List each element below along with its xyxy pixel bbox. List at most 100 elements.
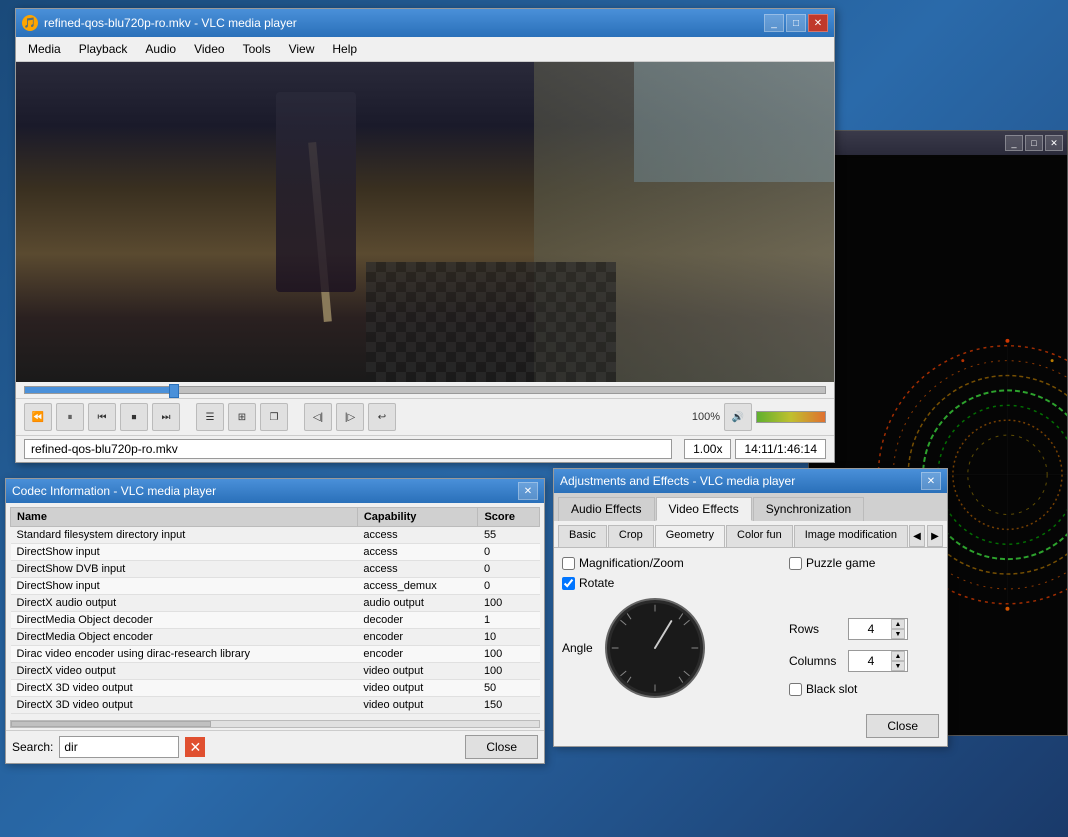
puzzle-game-label: Puzzle game xyxy=(806,556,875,570)
cell-name: Dirac video encoder using dirac-research… xyxy=(11,646,358,663)
subtab-image-modification[interactable]: Image modification xyxy=(794,525,908,547)
magnification-checkbox[interactable] xyxy=(562,557,575,570)
seek-bar[interactable] xyxy=(24,386,826,394)
playlist-button[interactable]: ☰ xyxy=(196,403,224,431)
menu-bar: Media Playback Audio Video Tools View He… xyxy=(16,37,834,62)
tab-synchronization[interactable]: Synchronization xyxy=(753,497,864,521)
window-title: refined-qos-blu720p-ro.mkv - VLC media p… xyxy=(44,16,297,30)
rotate-checkbox[interactable] xyxy=(562,577,575,590)
dial-container: Angle xyxy=(562,598,781,698)
table-row: DirectX audio outputaudio output100 xyxy=(11,595,540,612)
effects-close-btn[interactable]: ✕ xyxy=(921,472,941,490)
loop-button[interactable]: ↩ xyxy=(368,403,396,431)
effects-panel: Adjustments and Effects - VLC media play… xyxy=(553,468,948,747)
close-codec-button[interactable]: Close xyxy=(465,735,538,759)
video-area xyxy=(16,62,834,382)
stop-button[interactable]: ⏹ xyxy=(120,403,148,431)
table-row: DirectMedia Object encoderencoder10 xyxy=(11,629,540,646)
volume-area: 100% 🔊 xyxy=(692,403,826,431)
table-row: DirectX 3D video outputvideo output50 xyxy=(11,680,540,697)
codec-close-btn[interactable]: ✕ xyxy=(518,482,538,500)
tab-audio-effects[interactable]: Audio Effects xyxy=(558,497,655,521)
col-name: Name xyxy=(11,508,358,527)
search-label: Search: xyxy=(12,740,53,754)
effects-footer: Close xyxy=(554,710,947,746)
cell-score: 55 xyxy=(478,527,540,544)
columns-spinbox[interactable]: 4 ▲ ▼ xyxy=(848,650,908,672)
subtab-color-fun[interactable]: Color fun xyxy=(726,525,793,547)
rows-down-arrow[interactable]: ▼ xyxy=(891,629,905,639)
subtab-crop[interactable]: Crop xyxy=(608,525,654,547)
rewind-button[interactable]: ⏪ xyxy=(24,403,52,431)
cell-capability: access_demux xyxy=(357,578,478,595)
table-row: Standard filesystem directory inputacces… xyxy=(11,527,540,544)
effects-main-tabs: Audio Effects Video Effects Synchronizat… xyxy=(554,493,947,521)
menu-tools[interactable]: Tools xyxy=(235,39,279,59)
rows-row: Rows 4 ▲ ▼ xyxy=(789,618,939,640)
bg-close-btn[interactable]: ✕ xyxy=(1045,135,1063,151)
codec-scrollbar[interactable] xyxy=(10,720,540,728)
codec-scroll-thumb[interactable] xyxy=(11,721,211,727)
cell-name: DirectX 3D video output xyxy=(11,680,358,697)
cell-score: 1 xyxy=(478,612,540,629)
frame-next-button[interactable]: |▷ xyxy=(336,403,364,431)
rows-spinbox[interactable]: 4 ▲ ▼ xyxy=(848,618,908,640)
rows-up-arrow[interactable]: ▲ xyxy=(891,619,905,629)
close-effects-button[interactable]: Close xyxy=(866,714,939,738)
zoom-display: 1.00x xyxy=(684,439,731,459)
bg-maximize-btn[interactable]: □ xyxy=(1025,135,1043,151)
menu-help[interactable]: Help xyxy=(324,39,365,59)
subtab-basic[interactable]: Basic xyxy=(558,525,607,547)
puzzle-game-row: Puzzle game xyxy=(789,556,939,570)
menu-audio[interactable]: Audio xyxy=(137,39,184,59)
seek-progress xyxy=(25,387,169,393)
cell-name: DirectShow input xyxy=(11,544,358,561)
clear-search-button[interactable]: ✕ xyxy=(185,737,205,757)
effects-window-controls: ✕ xyxy=(921,472,941,490)
codec-window-controls: ✕ xyxy=(518,482,538,500)
columns-label: Columns xyxy=(789,654,844,668)
col-score: Score xyxy=(478,508,540,527)
table-row: DirectMedia Object decoderdecoder1 xyxy=(11,612,540,629)
columns-up-arrow[interactable]: ▲ xyxy=(891,651,905,661)
search-input[interactable] xyxy=(59,736,179,758)
table-row: DirectX 3D video outputvideo output150 xyxy=(11,697,540,714)
maximize-button[interactable]: □ xyxy=(786,14,806,32)
extended-button[interactable]: ⊞ xyxy=(228,403,256,431)
black-slot-checkbox[interactable] xyxy=(789,683,802,696)
effects-subtabs: Basic Crop Geometry Color fun Image modi… xyxy=(554,521,947,548)
mute-button[interactable]: 🔊 xyxy=(724,403,752,431)
columns-down-arrow[interactable]: ▼ xyxy=(891,661,905,671)
scene-floor xyxy=(366,262,616,382)
puzzle-game-checkbox[interactable] xyxy=(789,557,802,570)
subtab-prev-arrow[interactable]: ◀ xyxy=(909,525,925,547)
menu-media[interactable]: Media xyxy=(20,39,69,59)
frame-prev-button[interactable]: ◁| xyxy=(304,403,332,431)
effects-title: Adjustments and Effects - VLC media play… xyxy=(560,474,795,488)
bg-minimize-btn[interactable]: _ xyxy=(1005,135,1023,151)
cell-name: DirectX video output xyxy=(11,663,358,680)
tab-video-effects[interactable]: Video Effects xyxy=(656,497,752,521)
seek-thumb[interactable] xyxy=(169,384,179,398)
volume-bar[interactable] xyxy=(756,411,826,423)
menu-playback[interactable]: Playback xyxy=(71,39,136,59)
close-button[interactable]: ✕ xyxy=(808,14,828,32)
controls-bar: ⏪ ⏸ ⏮ ⏹ ⏭ ☰ ⊞ ❐ ◁| |▷ ↩ 100% 🔊 xyxy=(16,399,834,436)
angle-dial[interactable] xyxy=(605,598,705,698)
prev-button[interactable]: ⏮ xyxy=(88,403,116,431)
columns-row: Columns 4 ▲ ▼ xyxy=(789,650,939,672)
effects-button[interactable]: ❐ xyxy=(260,403,288,431)
cell-capability: video output xyxy=(357,680,478,697)
columns-value: 4 xyxy=(851,654,891,668)
menu-view[interactable]: View xyxy=(281,39,323,59)
subtab-geometry[interactable]: Geometry xyxy=(655,525,725,547)
cell-name: DirectShow DVB input xyxy=(11,561,358,578)
menu-video[interactable]: Video xyxy=(186,39,232,59)
cell-capability: encoder xyxy=(357,629,478,646)
next-button[interactable]: ⏭ xyxy=(152,403,180,431)
volume-label: 100% xyxy=(692,411,720,423)
time-display: 14:11/1:46:14 xyxy=(735,439,826,459)
subtab-next-arrow[interactable]: ▶ xyxy=(927,525,943,547)
minimize-button[interactable]: _ xyxy=(764,14,784,32)
pause-button[interactable]: ⏸ xyxy=(56,403,84,431)
